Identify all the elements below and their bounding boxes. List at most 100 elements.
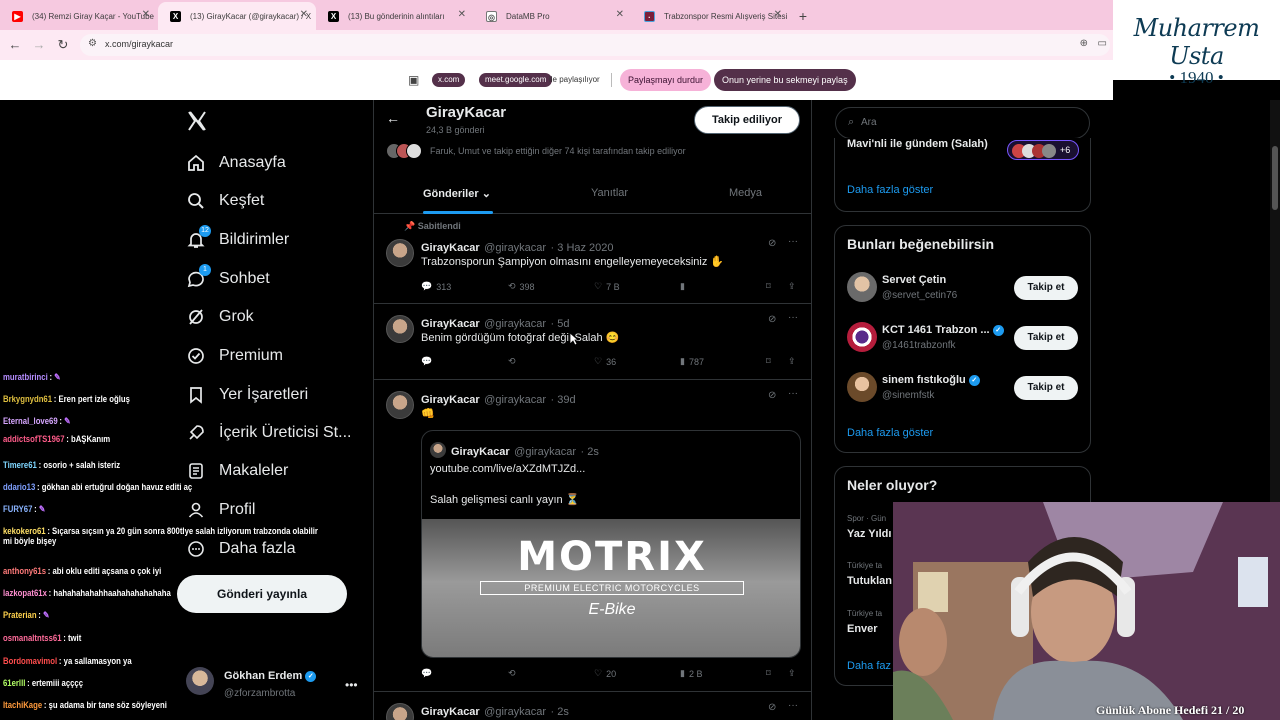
show-more-link[interactable]: Daha fazla göster bbox=[847, 427, 933, 439]
share-button[interactable]: ⇪ bbox=[788, 668, 796, 679]
site-info-icon[interactable]: ⚙ bbox=[88, 38, 97, 49]
tweet-author[interactable]: GirayKacar bbox=[421, 706, 480, 718]
tweet-more-icon[interactable]: ··· bbox=[788, 236, 798, 247]
share-button[interactable]: ⇪ bbox=[788, 281, 796, 292]
grok-icon[interactable]: ⊘ bbox=[768, 390, 776, 401]
share-this-tab-button[interactable]: Onun yerine bu sekmeyi paylaş bbox=[714, 69, 856, 91]
nav-creator-studio[interactable]: İçerik Üreticisi St... bbox=[185, 419, 351, 447]
tab-media[interactable]: Medya bbox=[729, 187, 762, 199]
close-icon[interactable]: ✕ bbox=[142, 9, 150, 20]
views-button[interactable]: ▮ 2 B bbox=[680, 668, 702, 679]
views-button[interactable]: ▮ 787 bbox=[680, 356, 704, 367]
like-button[interactable]: ♡ 20 bbox=[594, 668, 616, 679]
follow-button[interactable]: Takip et bbox=[1014, 276, 1078, 300]
x-logo-icon[interactable] bbox=[186, 110, 208, 132]
address-bar[interactable]: ⚙ x.com/giraykacar ⊕ ▭ bbox=[80, 34, 1110, 56]
suggestion-name-row[interactable]: sinem fıstıkoğlu ✓ bbox=[882, 374, 980, 386]
cast-icon[interactable]: ▭ bbox=[1098, 38, 1107, 49]
trend-item[interactable]: Enver bbox=[847, 623, 878, 635]
tweet-time[interactable]: · 5d bbox=[551, 318, 570, 330]
back-arrow-icon[interactable]: ← bbox=[6, 36, 24, 54]
browser-tab-trabzonspor[interactable]: · Trabzonspor Resmi Alışveriş Sitesi ✕ bbox=[632, 2, 790, 30]
avatar[interactable] bbox=[847, 272, 877, 302]
account-name[interactable]: Gökhan Erdem ✓ bbox=[224, 670, 317, 682]
avatar[interactable] bbox=[386, 315, 414, 343]
scrollbar-thumb[interactable] bbox=[1272, 146, 1278, 210]
address-url[interactable]: x.com/giraykacar bbox=[105, 39, 173, 49]
retweet-button[interactable]: ⟲ bbox=[508, 356, 516, 367]
retweet-button[interactable]: ⟲ 398 bbox=[508, 281, 535, 292]
forward-arrow-icon[interactable]: → bbox=[30, 36, 48, 54]
nav-explore[interactable]: Keşfet bbox=[185, 187, 264, 215]
tweet[interactable]: GirayKacar @giraykacar · 2s ⊘ ··· bbox=[374, 693, 811, 720]
new-tab-button[interactable]: + bbox=[790, 2, 816, 30]
like-button[interactable]: ♡ 7 B bbox=[594, 281, 620, 292]
stop-sharing-button[interactable]: Paylaşmayı durdur bbox=[620, 69, 712, 91]
grok-icon[interactable]: ⊘ bbox=[768, 238, 776, 249]
tweet-more-icon[interactable]: ··· bbox=[788, 312, 798, 323]
tweet-time[interactable]: · 2s bbox=[551, 706, 569, 718]
grok-icon[interactable]: ⊘ bbox=[768, 314, 776, 325]
tweet-author[interactable]: GirayKacar bbox=[421, 394, 480, 406]
share-button[interactable]: ⇪ bbox=[788, 356, 796, 367]
browser-tab-datamb[interactable]: ◎ DataMB Pro ✕ bbox=[474, 2, 632, 30]
tweet-author[interactable]: GirayKacar bbox=[421, 318, 480, 330]
reload-icon[interactable]: ↻ bbox=[54, 36, 72, 54]
reply-button[interactable]: 💬 313 bbox=[421, 281, 451, 292]
avatar[interactable] bbox=[386, 391, 414, 419]
trend-avatars[interactable]: +6 bbox=[1007, 140, 1079, 160]
trend-item[interactable]: Yaz Yıldı bbox=[847, 528, 891, 540]
avatar[interactable] bbox=[386, 239, 414, 267]
post-button[interactable]: Gönderi yayınla bbox=[177, 575, 347, 613]
search-box[interactable]: ⌕ Ara bbox=[835, 107, 1090, 139]
views-button[interactable]: ▮ bbox=[680, 281, 685, 292]
grok-icon[interactable]: ⊘ bbox=[768, 702, 776, 713]
browser-tab-youtube[interactable]: ▶ (34) Remzi Giray Kaçar - YouTube ✕ bbox=[0, 2, 158, 30]
close-icon[interactable]: ✕ bbox=[774, 9, 782, 20]
follow-button[interactable]: Takip et bbox=[1014, 376, 1078, 400]
nav-premium[interactable]: Premium bbox=[185, 342, 283, 370]
followers-you-know-avatars[interactable] bbox=[386, 143, 422, 159]
retweet-button[interactable]: ⟲ bbox=[508, 668, 516, 679]
browser-tab-x-profile[interactable]: X (13) GirayKacar (@giraykacar) / X ✕ bbox=[158, 2, 316, 30]
avatar[interactable] bbox=[386, 703, 414, 720]
zoom-icon[interactable]: ⊕ bbox=[1080, 38, 1088, 49]
browser-tab-x-quotes[interactable]: X (13) Bu gönderinin alıntıları ✕ bbox=[316, 2, 474, 30]
reply-button[interactable]: 💬 bbox=[421, 668, 432, 679]
suggestion-name-row[interactable]: KCT 1461 Trabzon ... ✓ bbox=[882, 324, 1004, 336]
like-button[interactable]: ♡ 36 bbox=[594, 356, 616, 367]
tweet[interactable]: GirayKacar @giraykacar · 5d ⊘ ··· Benim … bbox=[374, 305, 811, 380]
back-arrow-icon[interactable]: ← bbox=[386, 110, 400, 126]
tweet[interactable]: GirayKacar @giraykacar · 39d ⊘ ··· 👊 Gir… bbox=[374, 381, 811, 692]
trend-item[interactable]: Tutuklan bbox=[847, 575, 892, 587]
quoted-image[interactable]: MOTRIX PREMIUM ELECTRIC MOTORCYCLES E-Bi… bbox=[422, 519, 800, 657]
nav-articles[interactable]: Makaleler bbox=[185, 457, 288, 485]
nav-home[interactable]: Anasayfa bbox=[185, 149, 286, 177]
show-more-link[interactable]: Daha fazla göster bbox=[847, 184, 933, 196]
nav-notifications[interactable]: 12 Bildirimler bbox=[185, 225, 289, 254]
follow-button[interactable]: Takip et bbox=[1014, 326, 1078, 350]
bookmark-button[interactable]: ⌑ bbox=[766, 356, 771, 367]
bookmark-button[interactable]: ⌑ bbox=[766, 281, 771, 292]
following-button[interactable]: Takip ediliyor bbox=[694, 106, 800, 134]
show-more-link[interactable]: Daha faz bbox=[847, 660, 891, 672]
suggestion-name[interactable]: Servet Çetin bbox=[882, 274, 946, 286]
trend-title[interactable]: Mavi'nli ile gündem (Salah) bbox=[847, 138, 988, 150]
nav-grok[interactable]: Grok bbox=[185, 303, 254, 331]
avatar[interactable] bbox=[847, 322, 877, 352]
tab-replies[interactable]: Yanıtlar bbox=[591, 187, 628, 199]
tweet-more-icon[interactable]: ··· bbox=[788, 700, 798, 711]
tab-posts[interactable]: Gönderiler ⌄ bbox=[423, 187, 491, 200]
quoted-link[interactable]: youtube.com/live/aXZdMTJZd... bbox=[430, 463, 585, 475]
account-more-icon[interactable]: ••• bbox=[345, 678, 358, 692]
quoted-tweet[interactable]: GirayKacar @giraykacar · 2s youtube.com/… bbox=[421, 430, 801, 658]
avatar[interactable] bbox=[847, 372, 877, 402]
nav-chat[interactable]: 1 Sohbet bbox=[185, 264, 270, 293]
tweet-pinned[interactable]: 📌 Sabitlendi GirayKacar @giraykacar · 3 … bbox=[374, 215, 811, 304]
avatar[interactable] bbox=[186, 667, 214, 695]
reply-button[interactable]: 💬 bbox=[421, 356, 432, 367]
followers-you-know-text[interactable]: Faruk, Umut ve takip ettiğin diğer 74 ki… bbox=[430, 146, 686, 156]
tweet-author[interactable]: GirayKacar bbox=[421, 242, 480, 254]
tweet-time[interactable]: · 3 Haz 2020 bbox=[551, 242, 614, 254]
nav-bookmarks[interactable]: Yer İşaretleri bbox=[185, 381, 308, 409]
